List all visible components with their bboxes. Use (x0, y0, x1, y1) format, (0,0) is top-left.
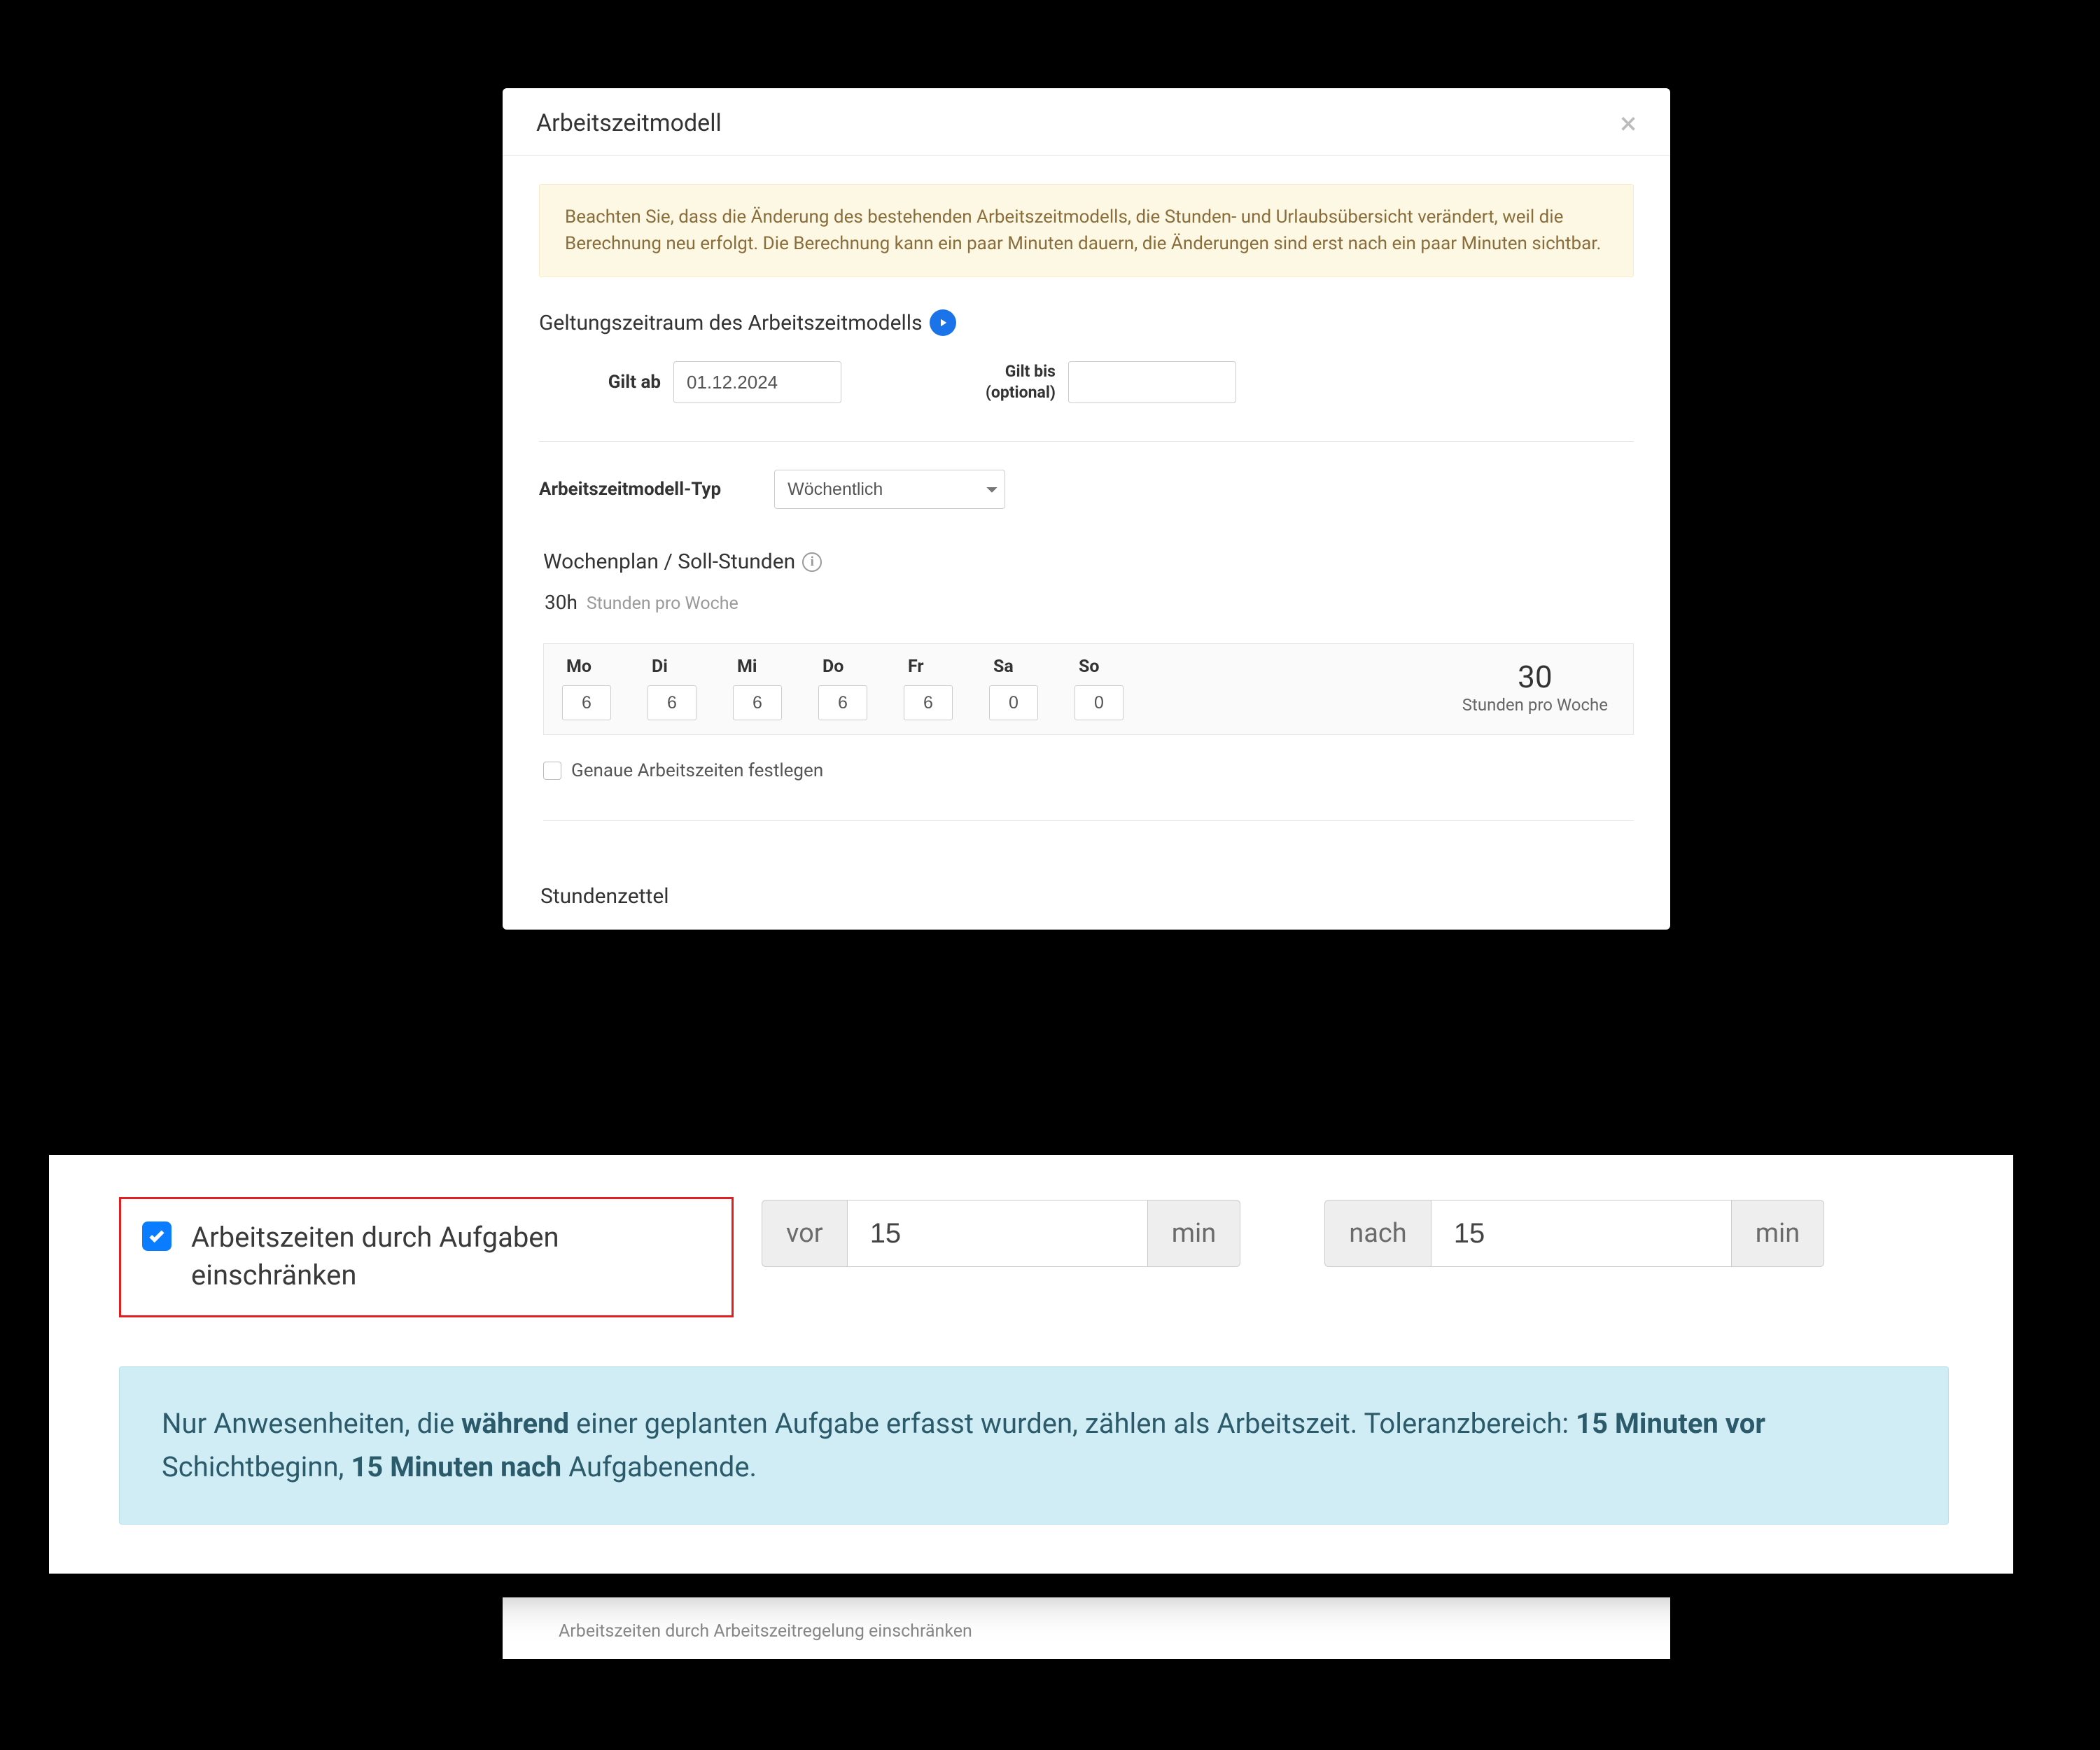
model-type-select[interactable]: Wöchentlich (774, 470, 1005, 509)
before-minutes-input[interactable] (847, 1200, 1148, 1267)
exact-times-row[interactable]: Genaue Arbeitszeiten festlegen (543, 760, 1634, 781)
day-input-mo[interactable] (562, 685, 611, 720)
week-total-label: Stunden pro Woche (1462, 695, 1608, 715)
hours-per-week-line: 30h Stunden pro Woche (545, 591, 1634, 614)
exact-times-label: Genaue Arbeitszeiten festlegen (571, 760, 823, 781)
info-text: Nur Anwesenheiten, die (162, 1407, 461, 1440)
day-col-sa: Sa (989, 652, 1072, 720)
weekplan-heading-text: Wochenplan / Soll-Stunden (543, 550, 795, 574)
hours-label: Stunden pro Woche (587, 594, 738, 614)
week-grid: Mo Di Mi Do Fr (543, 643, 1634, 735)
week-total-value: 30 (1462, 659, 1608, 695)
restrict-by-tasks-label: Arbeitszeiten durch Aufgaben einschränke… (191, 1219, 695, 1294)
day-header: Mi (733, 652, 816, 685)
info-text: Schichtbeginn, (162, 1450, 351, 1483)
week-total: 30 Stunden pro Woche (1462, 659, 1615, 715)
modal-header: Arbeitszeitmodell × (503, 88, 1670, 156)
after-prefix: nach (1324, 1200, 1430, 1267)
timesheet-heading: Stundenzettel (540, 884, 1634, 909)
weekplan-heading: Wochenplan / Soll-Stunden i (543, 550, 1634, 574)
after-tolerance-group: nach min (1324, 1200, 1824, 1267)
day-input-di[interactable] (648, 685, 696, 720)
info-icon[interactable]: i (802, 552, 822, 572)
warning-banner: Beachten Sie, dass die Änderung des best… (539, 184, 1634, 277)
checkbox-unchecked-icon[interactable] (543, 762, 561, 780)
day-header: Di (648, 652, 730, 685)
info-text: einer geplanten Aufgabe erfasst wurden, … (569, 1407, 1576, 1440)
valid-from-label: Gilt ab (570, 372, 661, 393)
divider (539, 441, 1634, 442)
modal-tail: Arbeitszeiten durch Arbeitszeitregelung … (503, 1597, 1670, 1659)
tolerance-info-panel: Nur Anwesenheiten, die während einer gep… (119, 1366, 1949, 1525)
day-header: So (1074, 652, 1157, 685)
day-header: Mo (562, 652, 645, 685)
restrict-by-tasks-box[interactable]: Arbeitszeiten durch Aufgaben einschränke… (119, 1197, 734, 1317)
day-input-do[interactable] (818, 685, 867, 720)
day-col-do: Do (818, 652, 901, 720)
weekplan-block: Wochenplan / Soll-Stunden i 30h Stunden … (543, 550, 1634, 821)
restriction-top-row: Arbeitszeiten durch Aufgaben einschränke… (119, 1197, 1949, 1317)
day-input-fr[interactable] (904, 685, 953, 720)
valid-to-input[interactable] (1068, 361, 1236, 403)
valid-to-label: Gilt bis (optional) (944, 361, 1056, 403)
day-col-mi: Mi (733, 652, 816, 720)
modal-body: Beachten Sie, dass die Änderung des best… (503, 156, 1670, 930)
checkbox-checked-icon[interactable] (142, 1222, 172, 1251)
day-col-so: So (1074, 652, 1157, 720)
day-header: Sa (989, 652, 1072, 685)
day-input-mi[interactable] (733, 685, 782, 720)
info-bold: während (461, 1407, 569, 1440)
day-input-sa[interactable] (989, 685, 1038, 720)
working-time-modal: Arbeitszeitmodell × Beachten Sie, dass d… (503, 88, 1670, 930)
validity-heading: Geltungszeitraum des Arbeitszeitmodells (539, 309, 1634, 336)
info-bold: 15 Minuten nach (351, 1450, 561, 1483)
task-restriction-panel: Arbeitszeiten durch Aufgaben einschränke… (49, 1155, 2013, 1574)
modal-tail-text: Arbeitszeiten durch Arbeitszeitregelung … (503, 1597, 1670, 1642)
play-icon[interactable] (930, 309, 956, 336)
validity-row: Gilt ab Gilt bis (optional) (539, 357, 1634, 434)
valid-to-label-line2: (optional) (944, 382, 1056, 403)
hours-value: 30h (545, 591, 578, 614)
before-tolerance-group: vor min (762, 1200, 1240, 1267)
valid-to-label-line1: Gilt bis (944, 361, 1056, 382)
day-col-mo: Mo (562, 652, 645, 720)
model-type-row: Arbeitszeitmodell-Typ Wöchentlich (539, 470, 1634, 509)
before-prefix: vor (762, 1200, 847, 1267)
modal-title: Arbeitszeitmodell (536, 109, 722, 137)
after-suffix: min (1732, 1200, 1825, 1267)
valid-from-input[interactable] (673, 361, 841, 403)
model-type-label: Arbeitszeitmodell-Typ (539, 479, 721, 500)
validity-heading-text: Geltungszeitraum des Arbeitszeitmodells (539, 311, 923, 335)
day-header: Do (818, 652, 901, 685)
day-col-di: Di (648, 652, 730, 720)
day-input-so[interactable] (1074, 685, 1124, 720)
divider (543, 820, 1634, 821)
close-icon[interactable]: × (1620, 108, 1637, 139)
day-col-fr: Fr (904, 652, 986, 720)
info-text: Aufgabenende. (561, 1450, 757, 1483)
info-bold: 15 Minuten vor (1576, 1407, 1765, 1440)
after-minutes-input[interactable] (1431, 1200, 1732, 1267)
day-header: Fr (904, 652, 986, 685)
before-suffix: min (1148, 1200, 1241, 1267)
